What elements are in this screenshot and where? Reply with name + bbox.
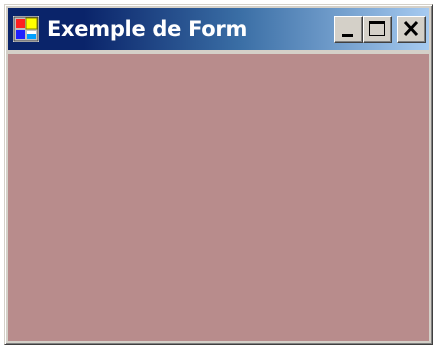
close-icon — [403, 20, 419, 37]
window-title: Exemple de Form — [47, 17, 248, 41]
title-bar[interactable]: Exemple de Form — [8, 8, 429, 50]
close-button[interactable] — [397, 16, 426, 43]
minimize-icon — [342, 34, 353, 37]
form-window: Exemple de Form — [4, 4, 433, 345]
form-app-icon[interactable] — [13, 16, 39, 42]
maximize-button[interactable] — [363, 16, 392, 43]
form-client-area[interactable] — [8, 54, 429, 341]
minimize-button[interactable] — [334, 16, 363, 43]
maximize-icon — [369, 21, 385, 36]
